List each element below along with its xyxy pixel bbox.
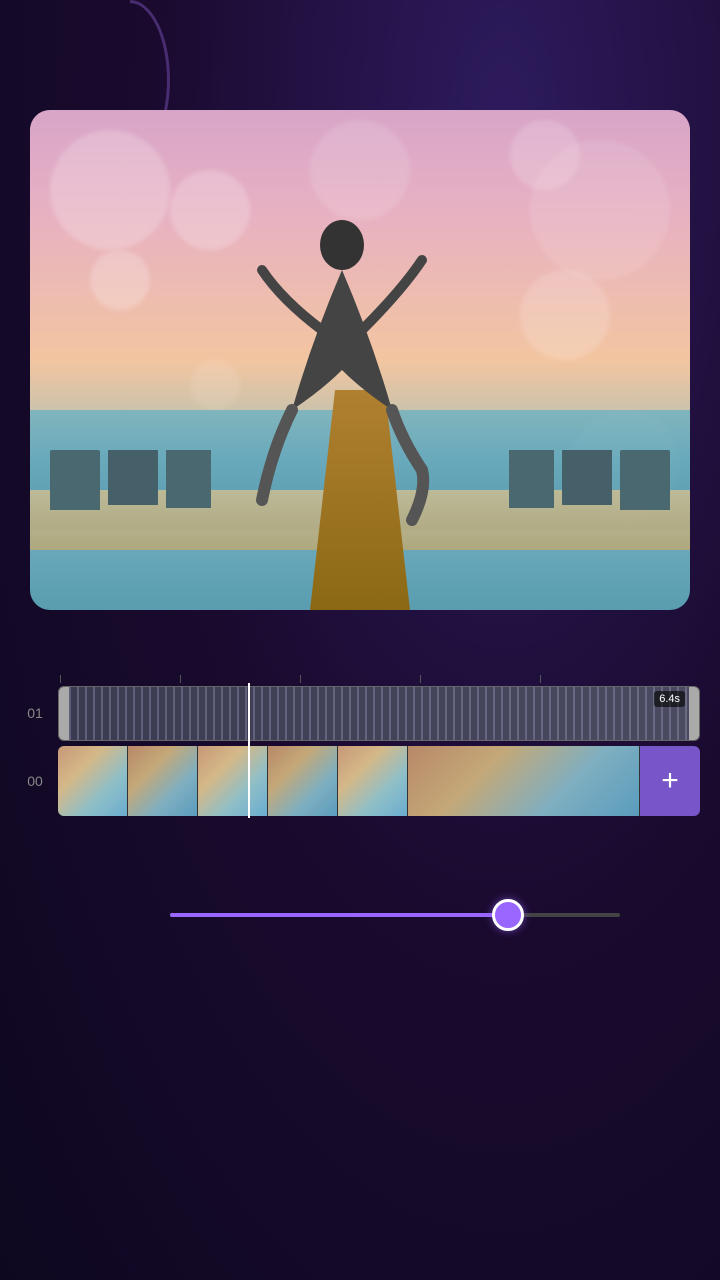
video-thumb-1 (58, 746, 128, 816)
track-00-content[interactable]: + (58, 746, 700, 816)
huts-right (509, 450, 670, 510)
video-thumb-5 (338, 746, 408, 816)
track-01-label: 01 (20, 705, 50, 721)
video-thumb-6 (408, 746, 640, 816)
add-icon: + (661, 764, 679, 798)
huts-left (50, 450, 211, 510)
track-01-content[interactable]: 6.4s (58, 686, 700, 741)
track-waveform (69, 687, 689, 740)
video-thumb-3 (198, 746, 268, 816)
add-media-button[interactable]: + (640, 746, 700, 816)
dancer-figure (252, 210, 432, 530)
tracks-wrapper: 01 6.4s 00 (0, 683, 720, 818)
timeline-ruler (0, 663, 720, 683)
track-00-label: 00 (20, 773, 50, 789)
slider-thumb[interactable] (492, 899, 524, 931)
track-duration-badge: 6.4s (654, 691, 685, 707)
track-01-row: 01 6.4s (20, 683, 700, 743)
video-preview-container (30, 110, 690, 610)
video-preview[interactable] (30, 110, 690, 610)
slider-fill (170, 913, 508, 917)
video-thumb-4 (268, 746, 338, 816)
video-thumb-2 (128, 746, 198, 816)
opacity-slider[interactable] (170, 913, 620, 917)
track-handle-left[interactable] (59, 687, 69, 740)
track-00-row: 00 + (20, 743, 700, 818)
track-handle-right[interactable] (689, 687, 699, 740)
